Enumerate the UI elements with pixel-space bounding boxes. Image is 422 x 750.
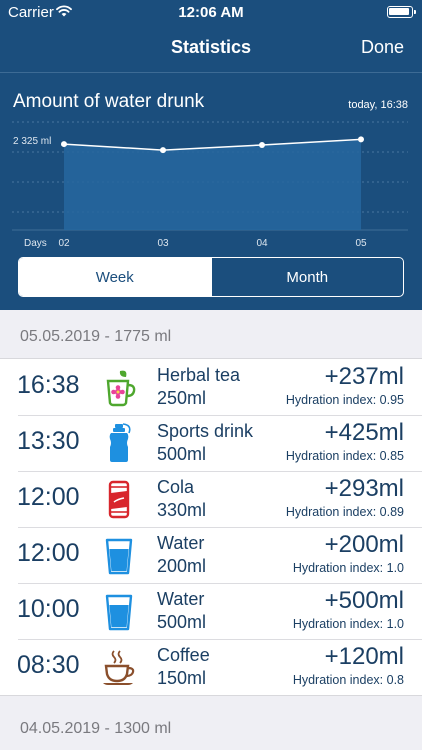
chart-timestamp: today, 16:38: [348, 99, 408, 111]
status-time: 12:06 AM: [178, 4, 244, 21]
entry-name: Coffee: [157, 645, 210, 665]
page-title: Statistics: [170, 37, 252, 57]
entry-amount: +120ml: [324, 643, 404, 670]
cola-icon: [108, 480, 130, 519]
x-tick-label: 02: [58, 238, 70, 249]
chart-title: Amount of water drunk: [13, 91, 205, 112]
x-axis-ticks: 02 03 04 05: [58, 238, 367, 249]
list-item[interactable]: 08:30 Coffee 150ml +120ml Hydration inde…: [0, 639, 422, 695]
entry-name: Cola: [157, 477, 195, 497]
section-header-day: 05.05.2019 - 1775 ml: [20, 328, 172, 345]
period-segmented-control[interactable]: Week Month: [18, 257, 404, 297]
water-glass-icon: [105, 538, 133, 575]
entry-time: 10:00: [17, 595, 80, 623]
entry-time: 08:30: [17, 651, 80, 679]
chart-point: [160, 147, 166, 154]
entry-volume: 500ml: [157, 444, 207, 464]
entry-hydration-index: Hydration index: 0.85: [285, 449, 404, 463]
list-item[interactable]: 13:30 Sports drink 500ml +425ml Hydratio…: [0, 415, 422, 471]
entry-name: Water: [157, 533, 205, 553]
entries-list: 16:38 Herbal tea 250ml +237ml Hydration …: [0, 358, 422, 696]
nav-divider: [0, 72, 422, 73]
entry-amount: +425ml: [324, 419, 404, 446]
entry-name: Sports drink: [157, 421, 254, 441]
x-tick-label: 05: [355, 238, 367, 249]
chart-area-fill: [64, 139, 361, 230]
entry-volume: 330ml: [157, 500, 207, 520]
entry-time: 12:00: [17, 539, 80, 567]
entry-hydration-index: Hydration index: 0.89: [285, 505, 404, 519]
done-button[interactable]: Done: [361, 37, 404, 58]
segment-month[interactable]: Month: [210, 258, 404, 296]
entry-time: 13:30: [17, 427, 80, 455]
entry-hydration-index: Hydration index: 1.0: [292, 561, 404, 575]
list-item[interactable]: 12:00 Water 200ml +200ml Hydration index…: [0, 527, 422, 583]
battery-icon: [387, 6, 416, 18]
water-chart: 2 325 ml Days 02 03 04 05: [12, 121, 408, 249]
list-item[interactable]: 10:00 Water 500ml +500ml Hydration index…: [0, 583, 422, 639]
coffee-icon: [103, 650, 135, 685]
statistics-header: Carrier 12:06 AM Statistics Done Amount …: [0, 0, 422, 310]
entry-name: Water: [157, 589, 205, 609]
entry-time: 12:00: [17, 483, 80, 511]
entry-name: Herbal tea: [157, 365, 241, 385]
x-axis-label: Days: [24, 238, 47, 249]
list-item[interactable]: 16:38 Herbal tea 250ml +237ml Hydration …: [0, 359, 422, 415]
chart-max-label: 2 325 ml: [13, 136, 51, 147]
segment-week[interactable]: Week: [19, 258, 211, 296]
entry-volume: 250ml: [157, 388, 207, 408]
entry-amount: +237ml: [324, 363, 404, 390]
entry-amount: +500ml: [324, 587, 404, 614]
entry-volume: 150ml: [157, 668, 207, 688]
entry-hydration-index: Hydration index: 0.95: [285, 393, 404, 407]
x-tick-label: 03: [157, 238, 169, 249]
chart-point: [259, 141, 265, 148]
entry-time: 16:38: [17, 371, 80, 399]
section-header-day: 04.05.2019 - 1300 ml: [20, 720, 172, 737]
water-glass-icon: [105, 594, 133, 631]
herbal-tea-icon: [106, 370, 136, 407]
chart-point: [61, 141, 67, 148]
entry-volume: 200ml: [157, 556, 207, 576]
x-tick-label: 04: [256, 238, 268, 249]
entry-hydration-index: Hydration index: 0.8: [292, 673, 404, 687]
chart-point: [358, 136, 364, 143]
entry-volume: 500ml: [157, 612, 207, 632]
entry-hydration-index: Hydration index: 1.0: [292, 617, 404, 631]
list-item[interactable]: 12:00 Cola 330ml +293ml Hydration index:…: [0, 471, 422, 527]
entry-amount: +200ml: [324, 531, 404, 558]
sports-drink-icon: [109, 423, 131, 462]
entry-amount: +293ml: [324, 475, 404, 502]
status-bar: Carrier 12:06 AM: [0, 0, 422, 24]
